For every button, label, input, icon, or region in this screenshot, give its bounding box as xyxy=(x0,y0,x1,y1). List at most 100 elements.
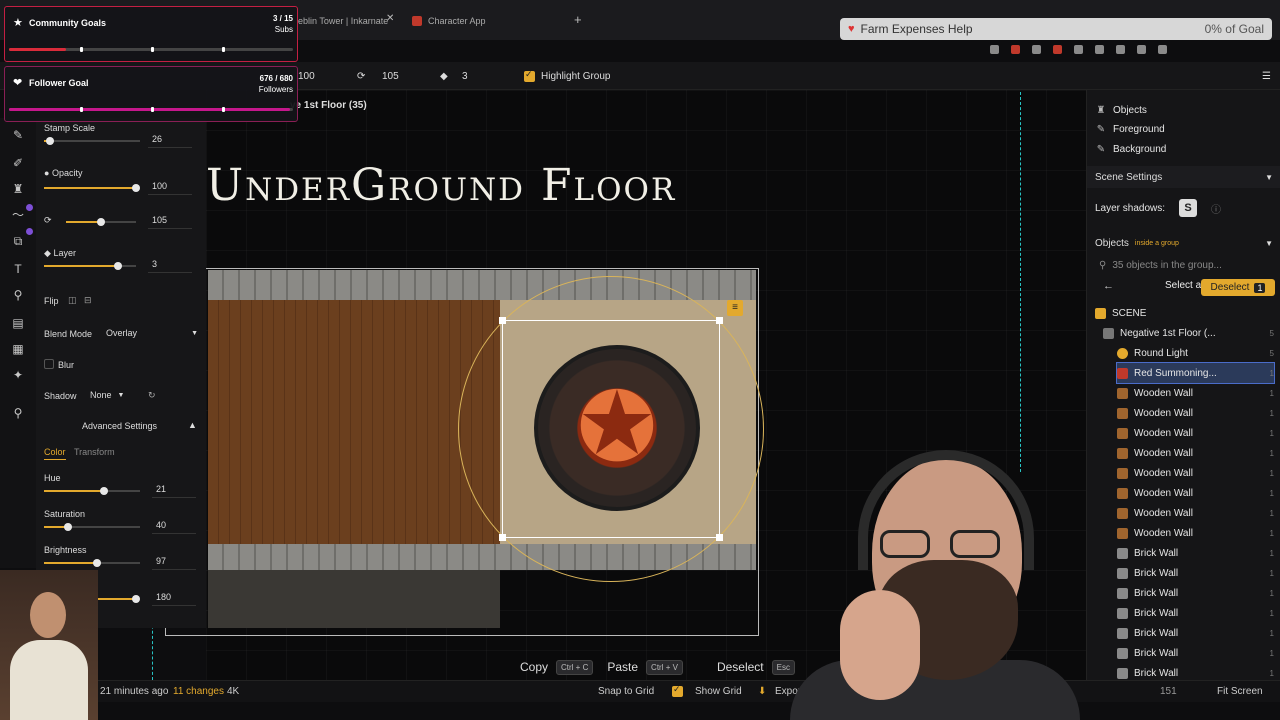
extension-icon[interactable] xyxy=(1053,44,1062,54)
slider-knob[interactable] xyxy=(132,184,140,192)
reset-icon[interactable]: ↻ xyxy=(148,390,156,401)
extension-icon[interactable] xyxy=(990,44,999,54)
toolbar-field-1[interactable]: 100 xyxy=(298,68,315,84)
window-icon[interactable] xyxy=(1137,44,1146,54)
toolbar-field-3[interactable]: 3 xyxy=(462,68,468,84)
saturation-value[interactable]: 40 xyxy=(152,520,196,534)
hue-slider[interactable] xyxy=(44,487,140,495)
shadow-select[interactable]: None ▼ xyxy=(90,390,134,400)
lock-count[interactable]: 1 xyxy=(1270,609,1274,618)
path-icon[interactable]: 〜 xyxy=(11,208,25,222)
stamp-scale-slider[interactable] xyxy=(44,137,140,145)
lock-count[interactable]: 1 xyxy=(1270,389,1274,398)
flip-vertical-icon[interactable]: ⊟ xyxy=(84,295,92,306)
lock-count[interactable]: 1 xyxy=(1270,589,1274,598)
layer-background[interactable]: ✎ Background xyxy=(1095,139,1272,159)
objects-search-input[interactable]: ⚲ 35 objects in the group... xyxy=(1091,255,1277,275)
fit-screen-button[interactable]: Fit Screen xyxy=(1217,686,1263,697)
export-icon[interactable]: ⬇ xyxy=(758,686,766,697)
extension-icon[interactable] xyxy=(1074,44,1083,54)
lock-count[interactable]: 1 xyxy=(1270,529,1274,538)
brightness-value[interactable]: 97 xyxy=(152,556,196,570)
menu-icon[interactable]: ☰ xyxy=(1262,68,1271,84)
new-tab-icon[interactable]: + xyxy=(574,12,582,27)
object-row[interactable]: Wooden Wall 1 xyxy=(1117,463,1274,483)
layer-foreground[interactable]: ✎ Foreground xyxy=(1095,119,1272,139)
object-row[interactable]: Brick Wall 1 xyxy=(1117,603,1274,623)
lock-count[interactable]: 5 xyxy=(1270,349,1274,358)
saturation-slider[interactable] xyxy=(44,523,140,531)
opacity-slider[interactable] xyxy=(44,184,140,192)
resize-handle[interactable] xyxy=(499,317,506,324)
lock-count[interactable]: 1 xyxy=(1270,449,1274,458)
grid-icon[interactable]: ▦ xyxy=(11,342,25,356)
rotate-icon[interactable]: ⟳ xyxy=(357,68,365,84)
lock-count[interactable]: 5 xyxy=(1270,329,1274,338)
slider-knob[interactable] xyxy=(92,559,101,567)
object-row[interactable]: Brick Wall 1 xyxy=(1117,663,1274,680)
tab-transform[interactable]: Transform xyxy=(74,447,115,457)
text-icon[interactable]: T xyxy=(11,262,25,276)
layer-objects[interactable]: ♜ Objects xyxy=(1095,100,1272,120)
toolbar-field-2[interactable]: 105 xyxy=(382,68,399,84)
lock-count[interactable]: 1 xyxy=(1270,409,1274,418)
selection-box[interactable] xyxy=(499,317,723,541)
changes-count[interactable]: 11 changes xyxy=(173,686,224,697)
object-row[interactable]: Wooden Wall 1 xyxy=(1117,423,1274,443)
tab-character-app[interactable]: Character App xyxy=(412,10,486,32)
stamp-icon[interactable]: ♜ xyxy=(11,182,25,196)
hue-value[interactable]: 21 xyxy=(152,484,196,498)
layer-value[interactable]: 3 xyxy=(148,259,192,273)
scene-root[interactable]: SCENE xyxy=(1095,303,1274,323)
group-row[interactable]: Negative 1st Floor (... 5 xyxy=(1103,323,1274,343)
stamp-scale-value[interactable]: 26 xyxy=(148,134,192,148)
resize-handle[interactable] xyxy=(716,317,723,324)
layer-marker-icon[interactable]: ≡ xyxy=(727,300,743,316)
extension-icon[interactable] xyxy=(1095,44,1104,54)
lock-count[interactable]: 1 xyxy=(1270,669,1274,678)
select-all-button[interactable]: Select all xyxy=(1165,280,1206,291)
copy-icon[interactable]: ⧉ xyxy=(11,234,25,248)
object-row[interactable]: Brick Wall 1 xyxy=(1117,623,1274,643)
objects-header[interactable]: Objects inside a group ▼ xyxy=(1087,232,1280,254)
object-row[interactable]: Wooden Wall 1 xyxy=(1117,503,1274,523)
show-grid-checkbox[interactable] xyxy=(672,684,689,700)
brush-icon[interactable]: ✎ xyxy=(11,128,25,142)
tab-color[interactable]: Color xyxy=(44,447,66,460)
extension-icon[interactable] xyxy=(1011,44,1020,54)
info-icon[interactable]: ⓘ xyxy=(1211,198,1221,218)
rotation-slider[interactable] xyxy=(66,218,136,226)
slider-knob[interactable] xyxy=(64,523,72,531)
profile-icon[interactable] xyxy=(1158,44,1167,54)
stamp-tool-icon[interactable]: ⚲ xyxy=(11,288,25,302)
opacity-value[interactable]: 100 xyxy=(148,181,192,195)
lock-count[interactable]: 1 xyxy=(1270,549,1274,558)
object-row[interactable]: Round Light 5 xyxy=(1117,343,1274,363)
paint-icon[interactable]: ✐ xyxy=(11,156,25,170)
brightness-slider[interactable] xyxy=(44,559,140,567)
object-row[interactable]: Wooden Wall 1 xyxy=(1117,523,1274,543)
object-row[interactable]: Brick Wall 1 xyxy=(1117,643,1274,663)
object-row[interactable]: Wooden Wall 1 xyxy=(1117,443,1274,463)
lock-count[interactable]: 1 xyxy=(1270,629,1274,638)
slider-knob[interactable] xyxy=(132,595,140,603)
object-row[interactable]: Wooden Wall 1 xyxy=(1117,483,1274,503)
flip-horizontal-icon[interactable]: ◫ xyxy=(68,295,77,306)
slider-knob[interactable] xyxy=(113,262,122,270)
blend-mode-select[interactable]: Overlay ▼ xyxy=(106,328,198,338)
extension-icon[interactable] xyxy=(1032,44,1041,54)
zoom-icon[interactable]: ⚲ xyxy=(11,406,25,420)
object-row[interactable]: Wooden Wall 1 xyxy=(1117,383,1274,403)
lock-count[interactable]: 1 xyxy=(1270,509,1274,518)
chevron-up-icon[interactable]: ▲ xyxy=(188,420,197,430)
object-row[interactable]: Brick Wall 1 xyxy=(1117,543,1274,563)
rotation-value[interactable]: 105 xyxy=(148,215,192,229)
scene-settings-header[interactable]: Scene Settings ▼ xyxy=(1087,166,1280,188)
snap-to-grid-toggle[interactable]: Snap to Grid xyxy=(598,686,654,697)
layer-slider[interactable] xyxy=(44,262,136,270)
copy-button[interactable]: Copy xyxy=(520,660,548,674)
lock-count[interactable]: 1 xyxy=(1270,429,1274,438)
extra-slider[interactable] xyxy=(98,595,140,603)
layer-shadows-toggle[interactable]: S xyxy=(1179,199,1197,217)
checkbox-icon[interactable] xyxy=(672,684,683,697)
